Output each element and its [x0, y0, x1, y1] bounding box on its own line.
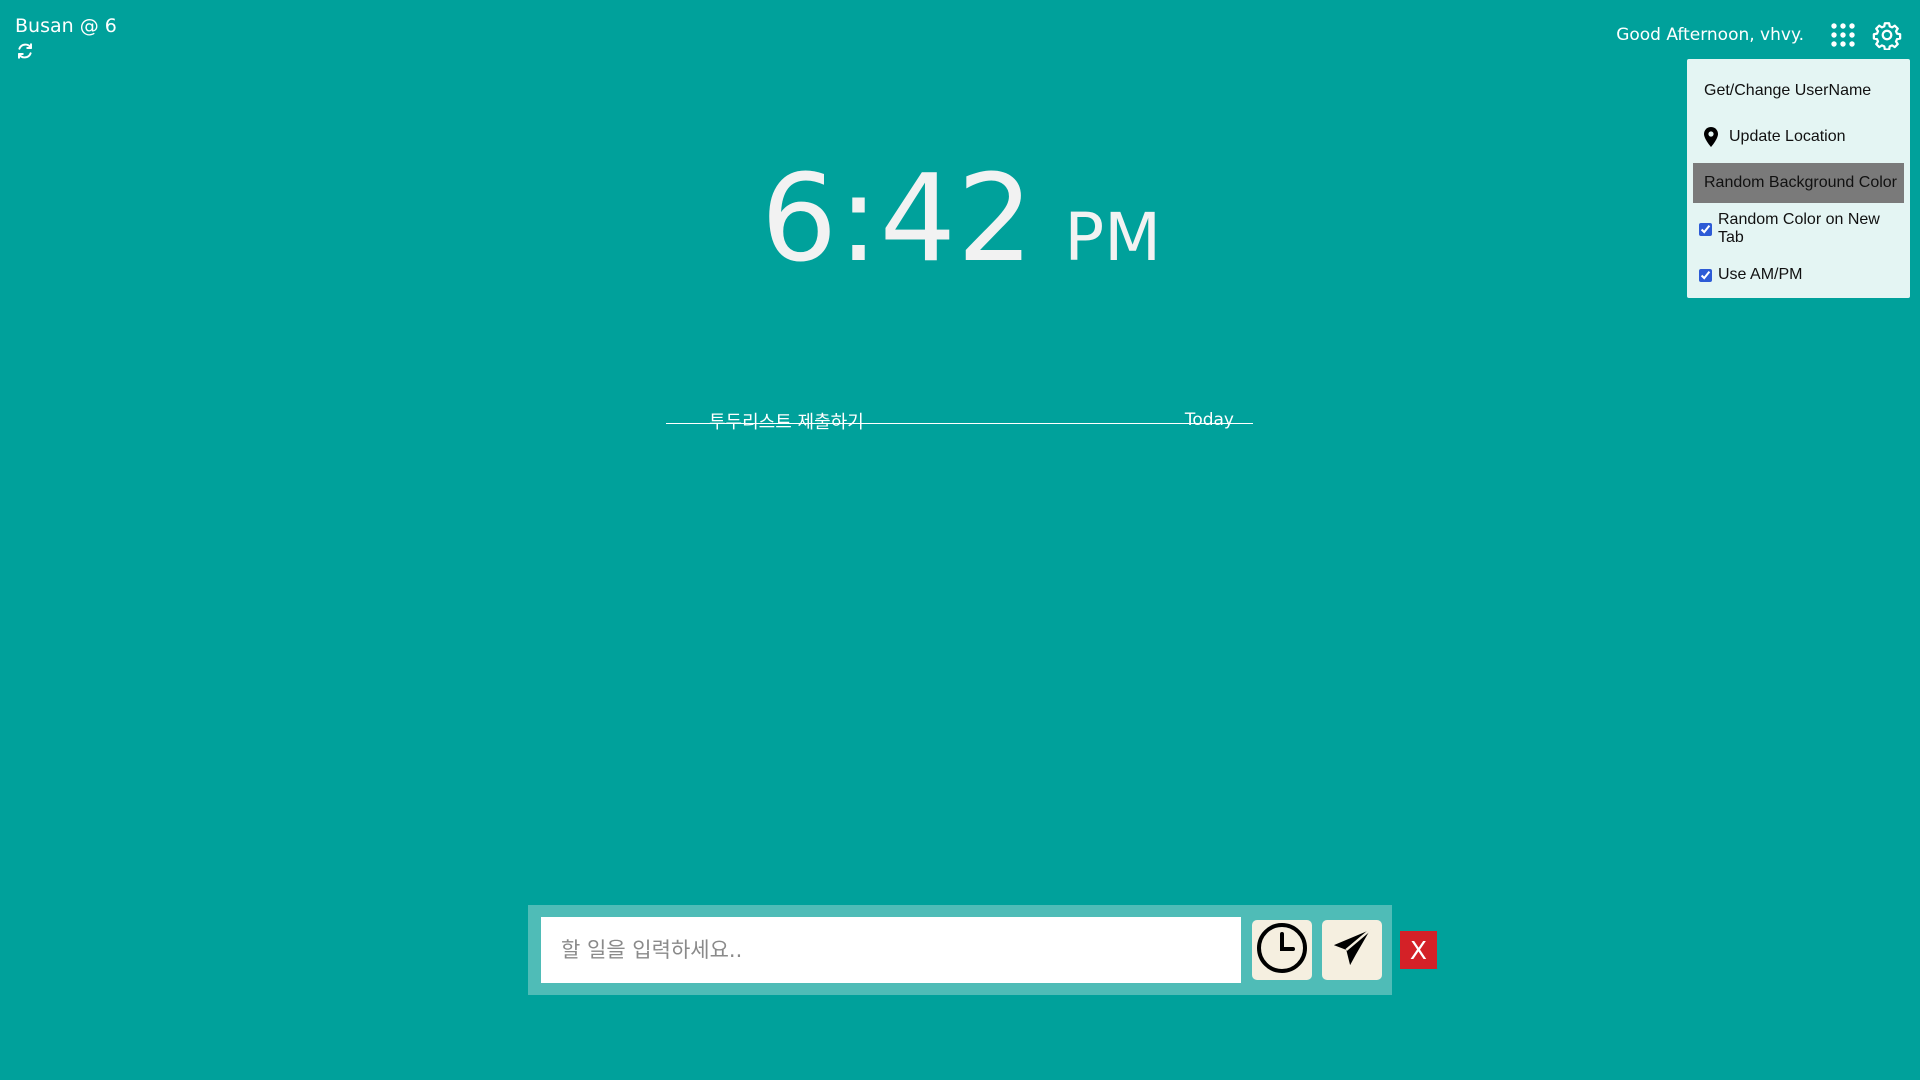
todo-text: 투두리스트 제출하기: [709, 412, 864, 433]
menu-item-label: Update Location: [1729, 128, 1846, 145]
todo-item[interactable]: 투두리스트 제출하기 Today: [666, 408, 1253, 436]
clock-icon: [1256, 922, 1308, 979]
weather-widget: Busan @ 6: [15, 14, 117, 65]
close-button[interactable]: X: [1400, 931, 1437, 969]
menu-item-label: Get/Change UserName: [1704, 82, 1872, 99]
weather-location: Busan @ 6: [15, 15, 117, 37]
refresh-icon[interactable]: [16, 42, 34, 60]
send-icon: [1331, 927, 1373, 974]
map-pin-icon: [1704, 127, 1718, 147]
gear-icon[interactable]: [1872, 20, 1902, 51]
strikethrough-line: [666, 423, 1253, 424]
clock-ampm: PM: [1064, 199, 1162, 276]
greeting-text: Good Afternoon, vhvy.: [1616, 25, 1804, 45]
todo-input[interactable]: [541, 917, 1241, 983]
grid-icon[interactable]: [1830, 22, 1856, 48]
clock: 6:42 PM: [0, 150, 1920, 289]
send-button[interactable]: [1322, 920, 1382, 980]
menu-item-change-username[interactable]: Get/Change UserName: [1693, 71, 1904, 111]
todo-input-bar: [528, 905, 1392, 995]
clock-time: 6:42: [760, 150, 1035, 289]
top-bar: Good Afternoon, vhvy.: [1616, 18, 1902, 52]
todo-date: Today: [1184, 410, 1234, 430]
clock-button[interactable]: [1252, 920, 1312, 980]
